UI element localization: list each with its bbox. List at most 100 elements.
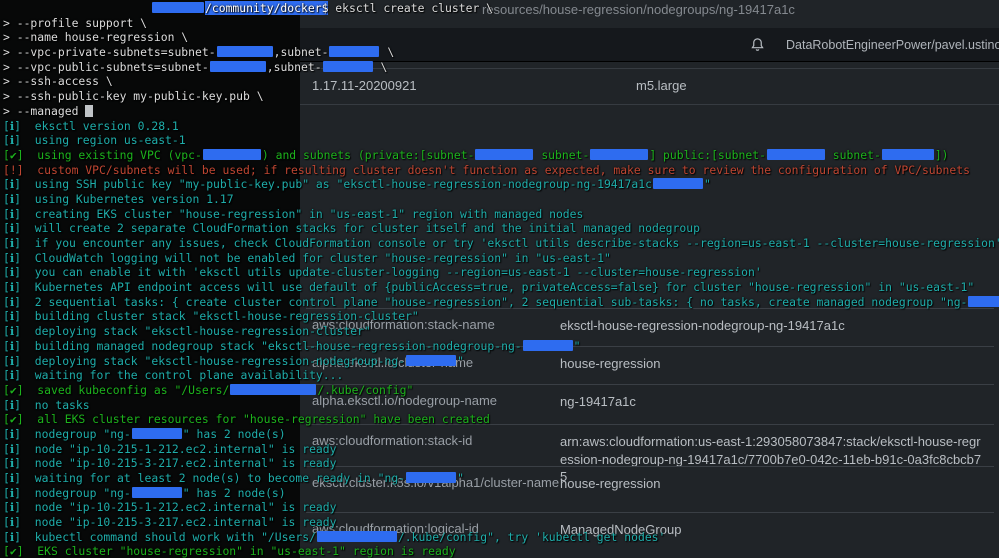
terminal-text: [ℹ] CloudWatch logging will not be enabl… <box>3 251 611 265</box>
terminal-cursor <box>85 105 93 117</box>
terminal-line: [ℹ] node "ip-10-215-3-217.ec2.internal" … <box>3 515 999 530</box>
terminal-line: [ℹ] kubectl command should work with "/U… <box>3 530 999 545</box>
terminal-line: [ℹ] CloudWatch logging will not be enabl… <box>3 251 999 266</box>
terminal-text: [ℹ] kubectl command should work with "/U… <box>3 530 316 544</box>
terminal-line: [ℹ] using SSH public key "my-public-key.… <box>3 177 999 192</box>
redaction-box <box>210 61 266 72</box>
redaction-box <box>653 178 703 189</box>
terminal-text: [✔] saved kubeconfig as "/Users/ <box>3 383 229 397</box>
terminal-line: [ℹ] waiting for at least 2 node(s) to be… <box>3 471 999 486</box>
terminal-line: [ℹ] you can enable it with 'eksctl utils… <box>3 265 999 280</box>
redaction-box <box>590 149 648 160</box>
terminal-line: /community/docker$ eksctl create cluster… <box>3 1 999 16</box>
redaction-box <box>230 384 316 395</box>
terminal-text: /.kube/config" <box>317 383 413 397</box>
terminal-line: > --ssh-public-key my-public-key.pub \ <box>3 89 999 104</box>
terminal-text: [ℹ] deploying stack "eksctl-house-regres… <box>3 324 371 338</box>
terminal-text: [ℹ] Kubernetes API endpoint access will … <box>3 280 974 294</box>
terminal-text: ,subnet- <box>274 45 329 59</box>
terminal-text: ] public:[subnet- <box>649 148 766 162</box>
terminal-text: > --profile support \ <box>3 16 147 30</box>
terminal-line: [ℹ] node "ip-10-215-3-217.ec2.internal" … <box>3 456 999 471</box>
terminal-text: [✔] all EKS cluster resources for "house… <box>3 412 490 426</box>
terminal-text: > --vpc-private-subnets=subnet- <box>3 45 216 59</box>
terminal-line: [ℹ] if you encounter any issues, check C… <box>3 236 999 251</box>
prompt-path-highlight: /community/docker$ <box>205 1 328 15</box>
terminal-text: [ℹ] using Kubernetes version 1.17 <box>3 192 234 206</box>
terminal-line: [ℹ] Kubernetes API endpoint access will … <box>3 280 999 295</box>
terminal-text: [ℹ] you can enable it with 'eksctl utils… <box>3 265 762 279</box>
redaction-box <box>317 531 397 542</box>
terminal-text: /.kube/config", try 'kubectl get nodes' <box>398 530 665 544</box>
terminal-text: [ℹ] waiting for the control plane availa… <box>3 368 343 382</box>
terminal-text: [ℹ] node "ip-10-215-3-217.ec2.internal" … <box>3 456 337 470</box>
terminal-line: [✔] EKS cluster "house-regression" in "u… <box>3 544 999 558</box>
terminal-line: > --vpc-private-subnets=subnet-,subnet- … <box>3 45 999 60</box>
terminal-text: > --vpc-public-subnets=subnet- <box>3 60 209 74</box>
terminal-text: [ℹ] node "ip-10-215-3-217.ec2.internal" … <box>3 515 337 529</box>
terminal-line: > --managed <box>3 104 999 119</box>
terminal-text: [ℹ] no tasks <box>3 398 90 412</box>
terminal-text: subnet- <box>534 148 589 162</box>
terminal-line: [ℹ] 2 sequential tasks: { create cluster… <box>3 295 999 310</box>
terminal-line: [✔] all EKS cluster resources for "house… <box>3 412 999 427</box>
terminal-line: [ℹ] using Kubernetes version 1.17 <box>3 192 999 207</box>
redaction-box <box>406 472 456 483</box>
terminal-text: subnet- <box>826 148 881 162</box>
terminal-line: [ℹ] node "ip-10-215-1-212.ec2.internal" … <box>3 442 999 457</box>
terminal-line: [ℹ] node "ip-10-215-1-212.ec2.internal" … <box>3 500 999 515</box>
redaction-box <box>217 46 273 57</box>
terminal-line: [ℹ] building managed nodegroup stack "ek… <box>3 339 999 354</box>
terminal-text: " <box>704 177 711 191</box>
terminal-line: > --profile support \ <box>3 16 999 31</box>
spacer <box>3 11 151 12</box>
terminal-line: [ℹ] creating EKS cluster "house-regressi… <box>3 207 999 222</box>
terminal-line: [ℹ] deploying stack "eksctl-house-regres… <box>3 354 999 369</box>
terminal-line: [ℹ] no tasks <box>3 398 999 413</box>
terminal-text: [ℹ] if you encounter any issues, check C… <box>3 236 999 250</box>
redaction-box <box>132 428 182 439</box>
terminal-line: [ℹ] deploying stack "eksctl-house-regres… <box>3 324 999 339</box>
terminal-line: > --name house-regression \ <box>3 30 999 45</box>
terminal-text: [✔] EKS cluster "house-regression" in "u… <box>3 544 456 558</box>
terminal-text: [ℹ] waiting for at least 2 node(s) to be… <box>3 471 405 485</box>
redaction-box <box>132 487 182 498</box>
terminal-window[interactable]: /community/docker$ eksctl create cluster… <box>0 0 999 558</box>
terminal-line: [ℹ] waiting for the control plane availa… <box>3 368 999 383</box>
redaction-box <box>203 149 261 160</box>
terminal-text: [✔] using existing VPC (vpc- <box>3 148 202 162</box>
terminal-text: \ <box>380 45 394 59</box>
terminal-text: > --ssh-access \ <box>3 74 113 88</box>
redaction-box <box>767 149 825 160</box>
redaction-box <box>523 340 573 351</box>
terminal-text: > --name house-regression \ <box>3 30 188 44</box>
redaction-box <box>882 149 934 160</box>
terminal-line: > --vpc-public-subnets=subnet-,subnet- \ <box>3 60 999 75</box>
redaction-box <box>968 296 999 307</box>
terminal-line: [ℹ] building cluster stack "eksctl-house… <box>3 309 999 324</box>
terminal-text: [ℹ] creating EKS cluster "house-regressi… <box>3 207 583 221</box>
redaction-box <box>475 149 533 160</box>
terminal-text: [ℹ] using region us-east-1 <box>3 133 186 147</box>
terminal-text: " has 2 node(s) <box>183 427 286 441</box>
terminal-text: [ℹ] node "ip-10-215-1-212.ec2.internal" … <box>3 442 337 456</box>
terminal-line: [!] custom VPC/subnets will be used; if … <box>3 163 999 178</box>
terminal-text: eksctl create cluster \ <box>328 1 493 15</box>
redaction-box <box>323 61 373 72</box>
terminal-text: [ℹ] nodegroup "ng- <box>3 486 131 500</box>
terminal-text: [ℹ] deploying stack "eksctl-house-regres… <box>3 354 405 368</box>
terminal-line: [ℹ] using region us-east-1 <box>3 133 999 148</box>
terminal-text: [ℹ] nodegroup "ng- <box>3 427 131 441</box>
terminal-line: > --ssh-access \ <box>3 74 999 89</box>
terminal-line: [ℹ] nodegroup "ng- " has 2 node(s) <box>3 427 999 442</box>
terminal-text: [ℹ] will create 2 separate CloudFormatio… <box>3 221 700 235</box>
redaction-box <box>406 355 456 366</box>
screen: resources/house-regression/nodegroups/ng… <box>0 0 999 558</box>
terminal-line: [ℹ] will create 2 separate CloudFormatio… <box>3 221 999 236</box>
terminal-text: ,subnet- <box>267 60 322 74</box>
terminal-line: [ℹ] eksctl version 0.28.1 <box>3 119 999 134</box>
terminal-text: > --managed <box>3 104 85 118</box>
terminal-text: [ℹ] 2 sequential tasks: { create cluster… <box>3 295 967 309</box>
terminal-text: " has 2 node(s) <box>183 486 286 500</box>
redaction-box <box>329 46 379 57</box>
